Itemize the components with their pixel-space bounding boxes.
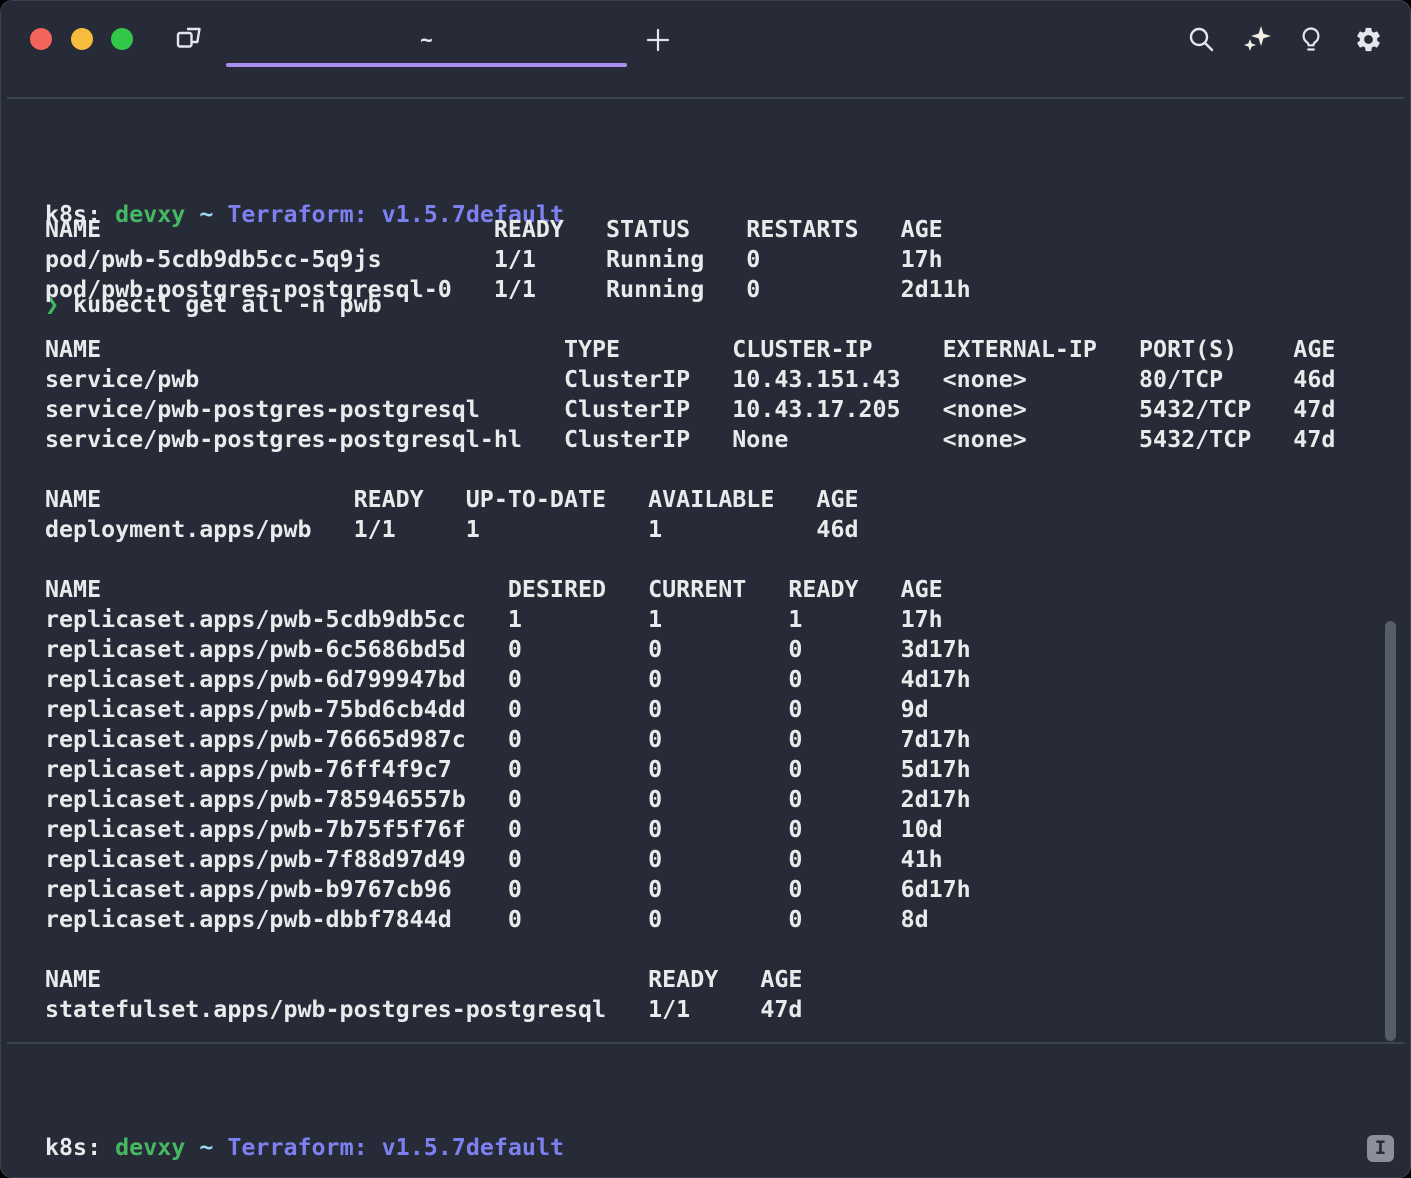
new-tab-button[interactable]	[641, 23, 675, 57]
prompt-cwd: ~	[199, 1134, 213, 1161]
scrollbar-thumb[interactable]	[1385, 621, 1396, 1041]
lightbulb-icon	[1297, 25, 1325, 53]
current-prompt-block: k8s: devxy ~ Terraform: v1.5.7default ❯	[45, 1073, 564, 1178]
tips-button[interactable]	[1295, 23, 1327, 55]
terminal-window: ~	[0, 0, 1411, 1178]
prompt-label: k8s:	[45, 1134, 101, 1161]
input-mode-indicator: I	[1367, 1135, 1394, 1162]
prompt-context: devxy	[115, 1134, 185, 1161]
active-tab-indicator	[226, 63, 627, 67]
titlebar: ~	[1, 1, 1410, 97]
block-divider	[7, 1042, 1404, 1044]
workflows-button[interactable]	[169, 19, 209, 59]
prompt-terraform-version: Terraform: v1.5.7default	[227, 1134, 564, 1161]
command-output: NAME READY STATUS RESTARTS AGE pod/pwb-5…	[45, 215, 1335, 1025]
minimize-window-button[interactable]	[71, 28, 93, 50]
input-mode-letter: I	[1375, 1135, 1386, 1162]
search-icon	[1187, 25, 1215, 53]
ai-assistant-button[interactable]	[1241, 23, 1273, 55]
close-window-button[interactable]	[30, 28, 52, 50]
maximize-window-button[interactable]	[111, 28, 133, 50]
titlebar-divider	[7, 97, 1404, 99]
tab-title: ~	[226, 27, 627, 53]
prompt-line: k8s: devxy ~ Terraform: v1.5.7default	[45, 1133, 564, 1163]
sparkles-icon	[1242, 24, 1272, 54]
search-button[interactable]	[1185, 23, 1217, 55]
overlapping-panes-icon	[171, 21, 207, 57]
tab-home[interactable]: ~	[226, 11, 627, 69]
plus-icon	[645, 27, 671, 53]
gear-icon	[1354, 25, 1383, 54]
settings-button[interactable]	[1352, 23, 1384, 55]
